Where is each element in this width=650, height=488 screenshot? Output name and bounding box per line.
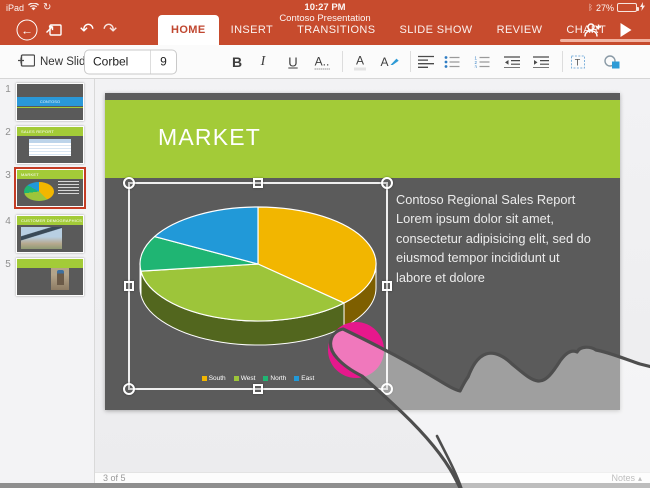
add-people-icon[interactable] bbox=[584, 23, 602, 38]
numbering-button[interactable]: 123 bbox=[475, 56, 490, 68]
footer-status-bar: 3 of 5 Notes ▴ bbox=[95, 472, 650, 483]
thumbnail-image[interactable]: CONTOSO bbox=[16, 83, 84, 121]
thumb-title: MARKET bbox=[17, 170, 83, 179]
battery-percent: 27% bbox=[596, 3, 614, 13]
notes-toggle[interactable]: Notes ▴ bbox=[611, 473, 642, 483]
clock: 10:27 PM bbox=[0, 2, 650, 13]
svg-text:3: 3 bbox=[475, 64, 478, 68]
slide-thumbnail-2[interactable]: 2 SALES REPORT bbox=[0, 126, 94, 164]
slide-number: 5 bbox=[0, 258, 16, 296]
pen-icon bbox=[390, 53, 400, 71]
resize-handle-bottom-right[interactable] bbox=[381, 383, 393, 395]
title-banner[interactable]: MARKET bbox=[105, 100, 620, 178]
slide-thumbnail-3[interactable]: 3 MARKET bbox=[0, 169, 94, 207]
current-slide[interactable]: MARKET Contoso Regional Sales Report Lor… bbox=[105, 93, 620, 410]
slide-title[interactable]: MARKET bbox=[158, 124, 261, 151]
font-color-button[interactable]: A bbox=[354, 53, 366, 70]
italic-button[interactable]: I bbox=[261, 54, 266, 70]
play-slideshow-button[interactable] bbox=[621, 23, 632, 37]
resize-handle-bottom[interactable] bbox=[253, 384, 263, 394]
slide-thumbnail-4[interactable]: 4 CUSTOMER DEMOGRAPHICS bbox=[0, 215, 94, 253]
document-title: Contoso Presentation bbox=[0, 13, 650, 24]
chart-tab-indicator bbox=[560, 39, 650, 42]
shape-button[interactable] bbox=[604, 55, 621, 69]
resize-handle-top[interactable] bbox=[253, 178, 263, 188]
resize-handle-left[interactable] bbox=[124, 281, 134, 291]
align-button[interactable] bbox=[418, 55, 434, 68]
mini-pie bbox=[24, 182, 54, 201]
text-effects-button[interactable]: A bbox=[380, 53, 399, 71]
font-size-value[interactable]: 9 bbox=[150, 50, 176, 73]
new-slide-icon bbox=[18, 54, 35, 70]
slide-number: 2 bbox=[0, 126, 16, 164]
thumbnail-image[interactable]: SALES REPORT bbox=[16, 126, 84, 164]
thumb-title bbox=[17, 259, 83, 268]
outdent-button[interactable] bbox=[504, 56, 520, 68]
more-formatting-button[interactable]: A.. bbox=[315, 54, 330, 69]
indent-button[interactable] bbox=[533, 56, 549, 68]
font-selector[interactable]: Corbel 9 bbox=[84, 49, 177, 74]
thumbnail-image[interactable]: CUSTOMER DEMOGRAPHICS bbox=[16, 215, 84, 253]
battery-icon bbox=[617, 3, 637, 12]
thumb-title: CONTOSO bbox=[17, 97, 83, 106]
svg-text:T: T bbox=[575, 57, 581, 67]
bold-button[interactable]: B bbox=[232, 54, 242, 70]
slide-number: 4 bbox=[0, 215, 16, 253]
share-icon[interactable] bbox=[46, 23, 63, 38]
chevron-up-icon: ▴ bbox=[638, 474, 642, 483]
new-slide-button[interactable]: New Slide bbox=[18, 54, 92, 70]
editing-canvas: MARKET Contoso Regional Sales Report Lor… bbox=[95, 79, 650, 483]
thumbnail-image[interactable]: MARKET bbox=[16, 169, 84, 207]
bullets-button[interactable] bbox=[445, 56, 460, 68]
underline-button[interactable]: U bbox=[288, 54, 297, 69]
touch-indicator bbox=[328, 322, 384, 378]
resize-handle-top-left[interactable] bbox=[123, 177, 135, 189]
thumb-title: CUSTOMER DEMOGRAPHICS bbox=[17, 216, 83, 225]
slide-panel: 1 CONTOSO 2 SALES REPORT 3 MARKET 4 bbox=[0, 79, 95, 483]
slide-body-text[interactable]: Contoso Regional Sales Report Lorem ipsu… bbox=[396, 190, 622, 287]
home-toolbar: New Slide Corbel 9 B I U A.. A A 123 T bbox=[0, 45, 650, 79]
charging-icon bbox=[640, 2, 645, 13]
resize-handle-bottom-left[interactable] bbox=[123, 383, 135, 395]
textbox-button[interactable]: T bbox=[571, 55, 586, 69]
resize-handle-right[interactable] bbox=[382, 281, 392, 291]
slide-thumbnail-1[interactable]: 1 CONTOSO bbox=[0, 83, 94, 121]
slide-thumbnail-5[interactable]: 5 bbox=[0, 258, 94, 296]
slide-number: 3 bbox=[0, 169, 16, 207]
thumb-title: SALES REPORT bbox=[17, 127, 83, 136]
page-indicator: 3 of 5 bbox=[103, 473, 126, 483]
bluetooth-icon: ᛒ bbox=[588, 3, 593, 12]
thumbnail-image[interactable] bbox=[16, 258, 84, 296]
font-name-value[interactable]: Corbel bbox=[85, 55, 150, 69]
bottom-bar bbox=[0, 483, 650, 488]
slide-number: 1 bbox=[0, 83, 16, 121]
resize-handle-top-right[interactable] bbox=[381, 177, 393, 189]
